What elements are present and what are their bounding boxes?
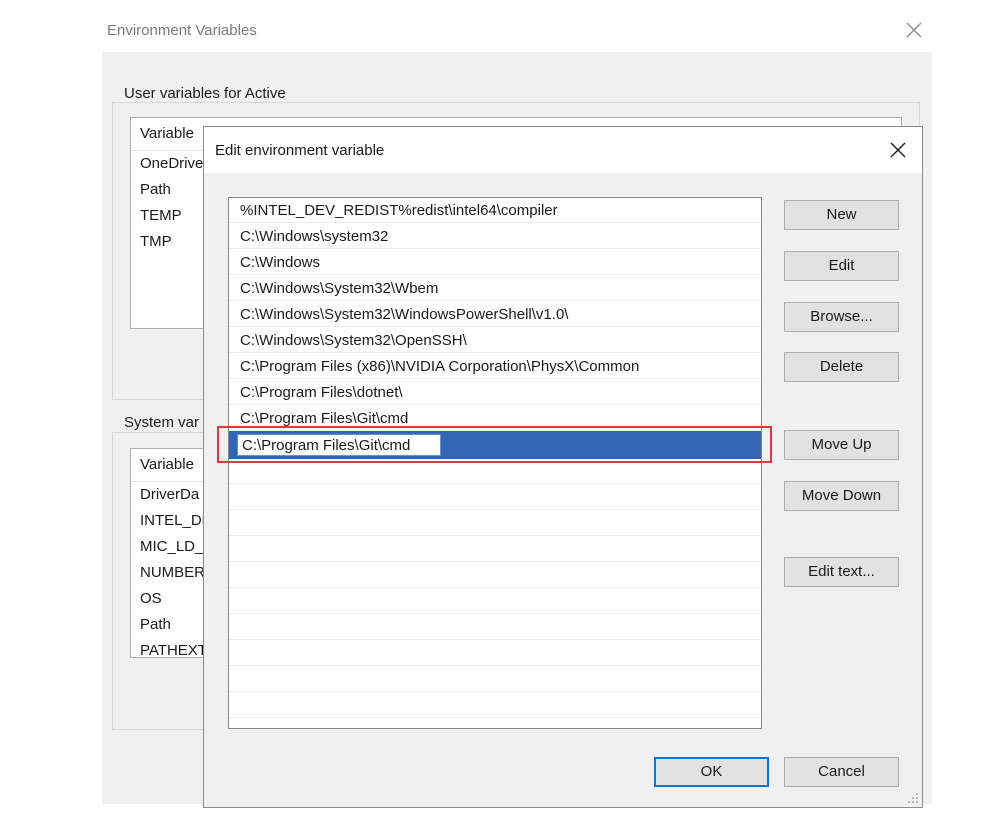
close-icon[interactable] xyxy=(886,138,910,162)
list-item[interactable]: C:\Program Files (x86)\NVIDIA Corporatio… xyxy=(229,354,761,379)
dialog-title: Edit environment variable xyxy=(215,142,385,159)
empty-row[interactable] xyxy=(229,485,761,510)
window-title: Environment Variables xyxy=(107,22,257,39)
list-item[interactable]: %INTEL_DEV_REDIST%redist\intel64\compile… xyxy=(229,198,761,223)
browse-button[interactable]: Browse... xyxy=(784,302,899,332)
resize-grip-icon[interactable] xyxy=(906,791,920,805)
path-entry: C:\Windows\System32\Wbem xyxy=(240,280,439,297)
path-entry: C:\Program Files\Git\cmd xyxy=(240,410,409,427)
system-variables-label: System var xyxy=(120,414,204,431)
delete-button[interactable]: Delete xyxy=(784,352,899,382)
selected-editing-row[interactable] xyxy=(229,431,761,459)
path-entry: C:\Program Files\dotnet\ xyxy=(240,384,403,401)
new-button[interactable]: New xyxy=(784,200,899,230)
list-item[interactable]: C:\Windows\System32\WindowsPowerShell\v1… xyxy=(229,302,761,327)
list-item[interactable]: C:\Program Files\dotnet\ xyxy=(229,380,761,405)
edit-text-button[interactable]: Edit text... xyxy=(784,557,899,587)
edit-button[interactable]: Edit xyxy=(784,251,899,281)
path-entry: C:\Windows\System32\OpenSSH\ xyxy=(240,332,467,349)
path-entry: C:\Windows xyxy=(240,254,321,271)
edit-environment-variable-dialog: Edit environment variable %INTEL_DEV_RED… xyxy=(203,126,923,808)
empty-row[interactable] xyxy=(229,589,761,614)
empty-row[interactable] xyxy=(229,693,761,718)
user-variables-label: User variables for Active xyxy=(120,85,290,102)
empty-row[interactable] xyxy=(229,511,761,536)
empty-row[interactable] xyxy=(229,615,761,640)
path-entry: C:\Program Files (x86)\NVIDIA Corporatio… xyxy=(240,358,640,375)
list-item[interactable]: C:\Windows xyxy=(229,250,761,275)
list-item[interactable]: C:\Windows\System32\Wbem xyxy=(229,276,761,301)
list-item[interactable]: C:\Program Files\Git\cmd xyxy=(229,406,761,431)
path-edit-input[interactable] xyxy=(237,434,441,456)
list-item[interactable]: C:\Windows\System32\OpenSSH\ xyxy=(229,328,761,353)
empty-row[interactable] xyxy=(229,459,761,484)
ok-button[interactable]: OK xyxy=(654,757,769,787)
empty-row[interactable] xyxy=(229,667,761,692)
move-up-button[interactable]: Move Up xyxy=(784,430,899,460)
path-entry: C:\Windows\System32\WindowsPowerShell\v1… xyxy=(240,306,569,323)
path-entries-list[interactable]: %INTEL_DEV_REDIST%redist\intel64\compile… xyxy=(228,197,762,729)
path-entry: C:\Windows\system32 xyxy=(240,228,389,245)
empty-row[interactable] xyxy=(229,537,761,562)
move-down-button[interactable]: Move Down xyxy=(784,481,899,511)
close-icon[interactable] xyxy=(902,18,926,42)
list-item[interactable]: C:\Windows\system32 xyxy=(229,224,761,249)
empty-row[interactable] xyxy=(229,563,761,588)
cancel-button[interactable]: Cancel xyxy=(784,757,899,787)
path-entry: %INTEL_DEV_REDIST%redist\intel64\compile… xyxy=(240,202,558,219)
dialog-titlebar: Edit environment variable xyxy=(204,127,922,173)
empty-row[interactable] xyxy=(229,641,761,666)
